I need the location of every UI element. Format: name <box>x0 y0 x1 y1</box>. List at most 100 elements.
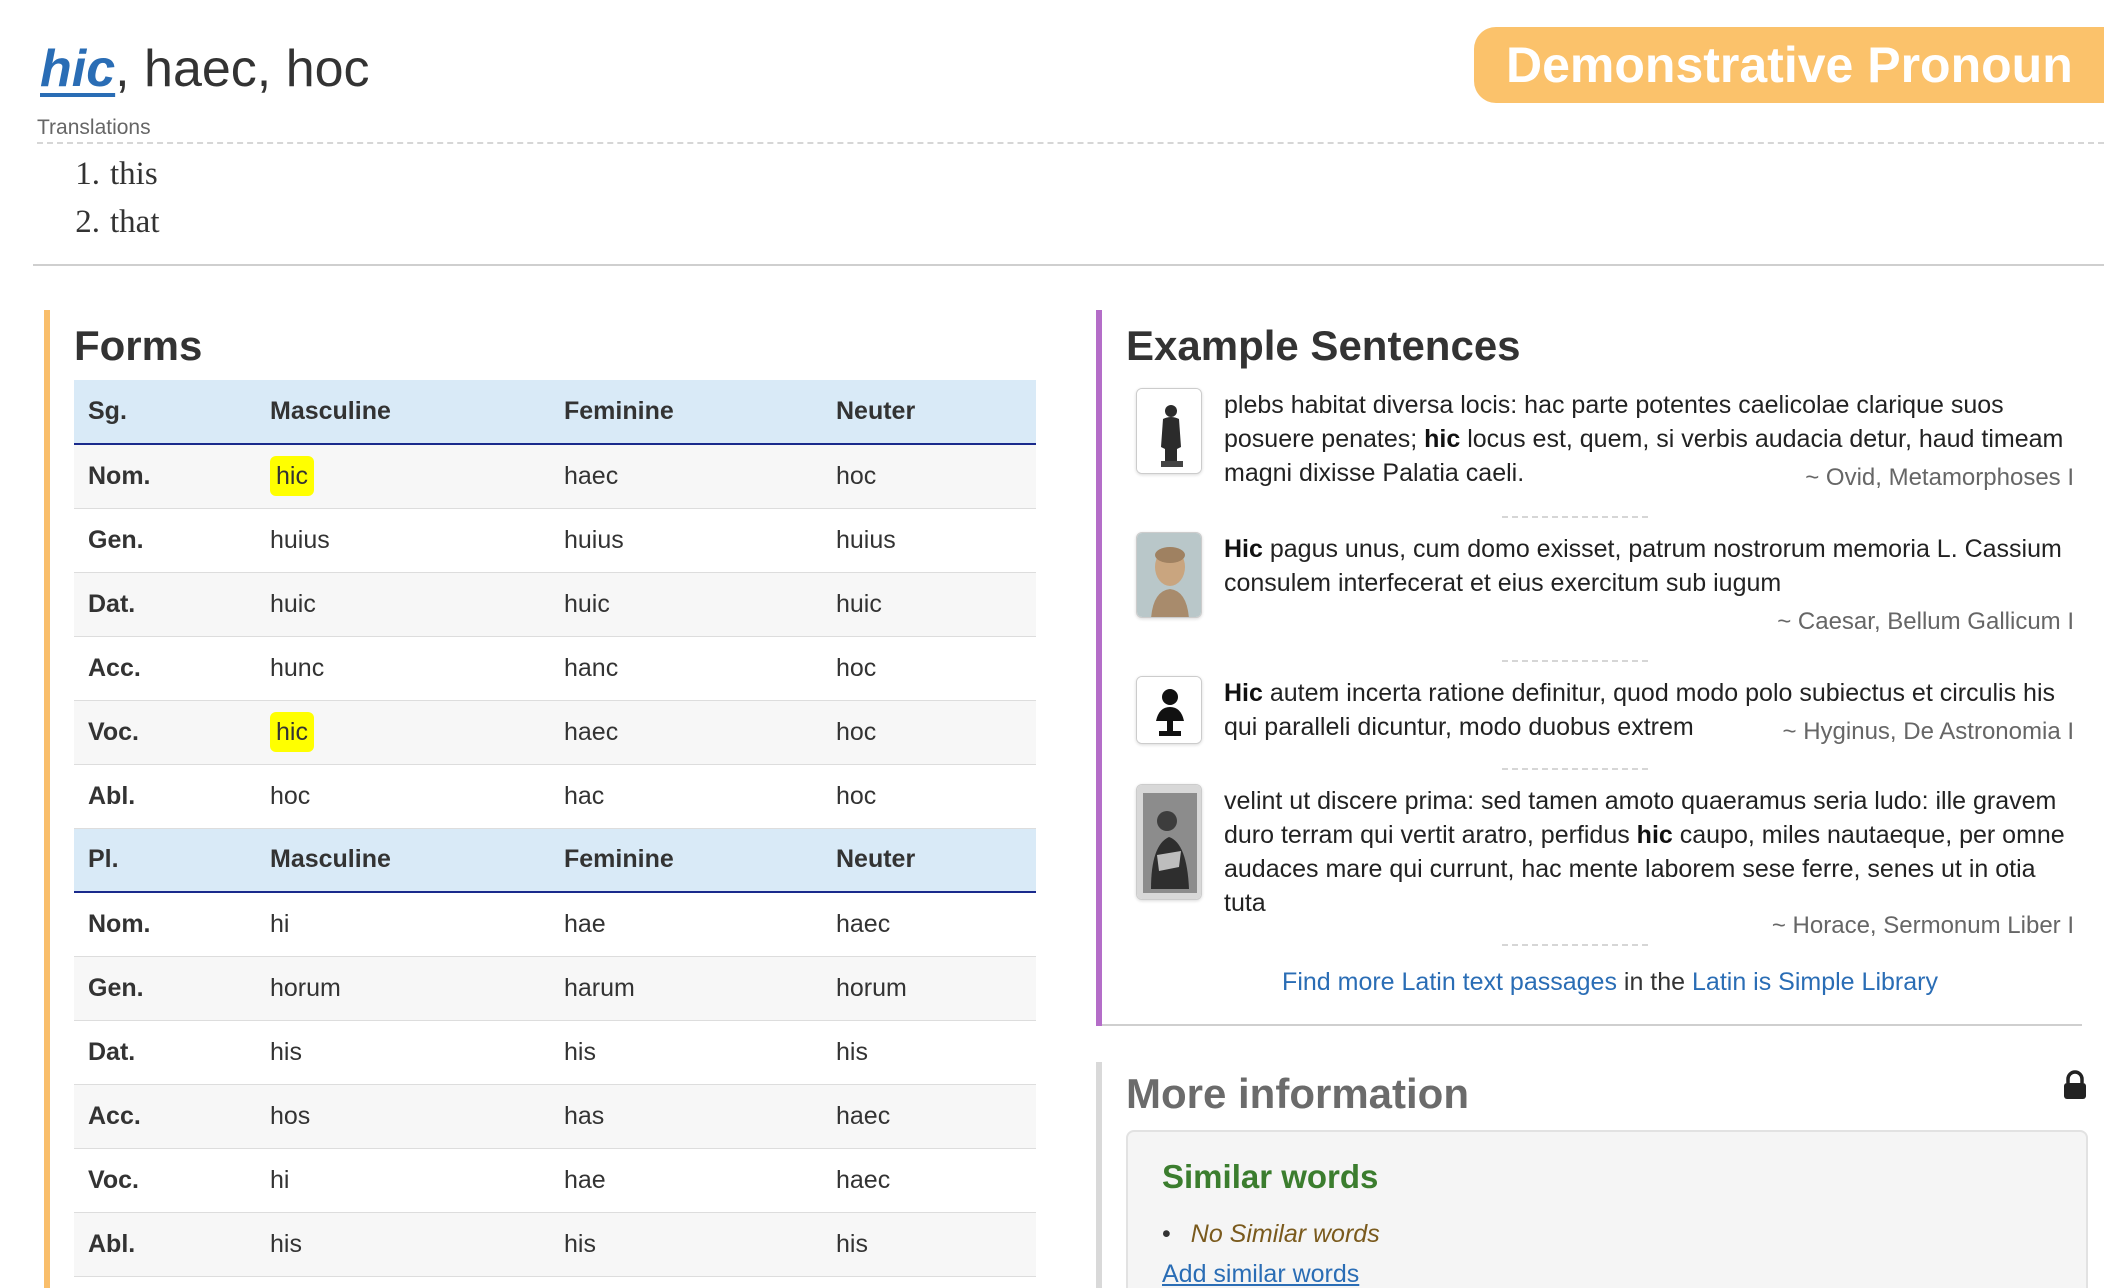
translation-item: 2. that <box>75 204 160 240</box>
form-cell: his <box>822 1020 1036 1085</box>
form-cell: haec <box>822 1148 1036 1213</box>
find-more-passages-link[interactable]: Find more Latin text passages <box>1282 968 1617 996</box>
table-header-cell: Pl. <box>74 828 256 893</box>
example-sentence: Hic autem incerta ratione definitur, quo… <box>1136 676 2084 754</box>
table-row: Gen. horum harum horum <box>74 956 1036 1021</box>
table-row: Acc. hos has haec <box>74 1084 1036 1149</box>
form-cell: his <box>822 1212 1036 1277</box>
table-header-cell: Masculine <box>256 380 550 445</box>
form-cell: hos <box>256 1084 550 1149</box>
more-info-panel: More information Similar words No Simila… <box>1096 1062 2104 1288</box>
form-cell: hunc <box>256 636 550 701</box>
person-silhouette-icon[interactable] <box>1136 676 1202 744</box>
example-sentence: plebs habitat diversa locis: hac parte p… <box>1136 388 2084 496</box>
example-sentence: velint ut discere prima: sed tamen amoto… <box>1136 784 2084 939</box>
similar-words-title: Similar words <box>1162 1158 1379 1195</box>
form-cell: hoc <box>822 700 1036 765</box>
form-cell: haec <box>822 892 1036 957</box>
engraving-portrait-icon[interactable] <box>1136 784 1202 900</box>
similar-words-list: No Similar words <box>1162 1220 1380 1249</box>
form-cell: hoc <box>822 764 1036 829</box>
lemma-heading: hic, haec, hoc <box>40 22 370 116</box>
table-row: Abl. hoc hac hoc <box>74 764 1036 829</box>
form-cell: haec <box>550 700 822 765</box>
form-cell: hi <box>256 1148 550 1213</box>
examples-panel: Example Sentences plebs habitat diversa … <box>1096 310 2104 1026</box>
form-cell: hanc <box>550 636 822 701</box>
form-cell: huic <box>550 572 822 637</box>
form-cell: has <box>550 1084 822 1149</box>
case-label: Acc. <box>74 636 256 701</box>
translations-divider <box>37 142 2104 144</box>
form-cell: huius <box>550 508 822 573</box>
more-passages-line: Find more Latin text passages in the Lat… <box>1282 968 1938 996</box>
lock-icon[interactable] <box>2062 1070 2088 1100</box>
table-row: Dat. huic huic huic <box>74 572 1036 637</box>
case-label: Voc. <box>74 700 256 765</box>
form-cell: huic <box>822 572 1036 637</box>
table-header-cell: Feminine <box>550 380 822 445</box>
example-source: ~ Horace, Sermonum Liber I <box>1771 912 2074 939</box>
case-label: Gen. <box>74 508 256 573</box>
case-label: Abl. <box>74 1212 256 1277</box>
form-cell: hoc <box>822 636 1036 701</box>
similar-words-box: Similar words No Similar words Add simil… <box>1126 1130 2088 1288</box>
lemma-link[interactable]: hic <box>40 40 115 98</box>
similar-word-item: No Similar words <box>1162 1220 1380 1249</box>
table-row: Voc. hi hae haec <box>74 1148 1036 1213</box>
word-header: hic, haec, hoc Demonstrative Pronoun Tra… <box>0 0 2104 266</box>
translation-item: 1. this <box>75 156 158 192</box>
form-cell: hic <box>256 700 550 765</box>
table-header-cell: Feminine <box>550 828 822 893</box>
table-row: Acc. hunc hanc hoc <box>74 636 1036 701</box>
example-divider <box>1502 944 1648 946</box>
example-text: velint ut discere prima: sed tamen amoto… <box>1224 787 2065 917</box>
table-header-row: Pl. Masculine Feminine Neuter <box>74 828 1036 893</box>
form-cell: haec <box>822 1084 1036 1149</box>
translations-label: Translations <box>37 116 151 139</box>
form-cell: hoc <box>256 764 550 829</box>
table-header-cell: Neuter <box>822 380 1036 445</box>
more-info-title: More information <box>1126 1070 1469 1117</box>
form-cell: his <box>550 1020 822 1085</box>
form-cell: his <box>550 1212 822 1277</box>
form-cell: hae <box>550 892 822 957</box>
form-cell: harum <box>550 956 822 1021</box>
table-row: Voc. hic haec hoc <box>74 700 1036 765</box>
form-cell: haec <box>550 444 822 509</box>
example-sentence: Hic pagus unus, cum domo exisset, patrum… <box>1136 532 2084 635</box>
case-label: Dat. <box>74 572 256 637</box>
table-row: Dat. his his his <box>74 1020 1036 1085</box>
example-source: ~ Caesar, Bellum Gallicum I <box>1777 608 2074 635</box>
library-link[interactable]: Latin is Simple Library <box>1692 968 1938 996</box>
forms-title: Forms <box>74 322 203 369</box>
form-cell: hac <box>550 764 822 829</box>
form-cell: huius <box>256 508 550 573</box>
part-of-speech-badge: Demonstrative Pronoun <box>1474 27 2104 103</box>
table-row: Abl. his his his <box>74 1212 1036 1277</box>
table-header-row: Sg. Masculine Feminine Neuter <box>74 380 1036 445</box>
case-label: Abl. <box>74 764 256 829</box>
case-label: Gen. <box>74 956 256 1021</box>
header-divider <box>33 264 2104 266</box>
form-cell: horum <box>256 956 550 1021</box>
add-similar-words-link[interactable]: Add similar words <box>1162 1260 1359 1288</box>
lemma-other-forms: , haec, hoc <box>115 40 370 98</box>
form-cell: huic <box>256 572 550 637</box>
highlighted-form: hic <box>270 711 314 752</box>
case-label: Dat. <box>74 1020 256 1085</box>
highlighted-form: hic <box>270 455 314 496</box>
bust-portrait-icon[interactable] <box>1136 532 1202 618</box>
case-label: Acc. <box>74 1084 256 1149</box>
table-header-cell: Masculine <box>256 828 550 893</box>
table-row: Gen. huius huius huius <box>74 508 1036 573</box>
statue-icon[interactable] <box>1136 388 1202 474</box>
form-cell: hoc <box>822 444 1036 509</box>
example-source: ~ Ovid, Metamorphoses I <box>1805 464 2074 491</box>
form-cell: hi <box>256 892 550 957</box>
case-label: Voc. <box>74 1148 256 1213</box>
example-text: Hic pagus unus, cum domo exisset, patrum… <box>1224 535 2062 597</box>
forms-panel: Forms Sg. Masculine Feminine Neuter Nom. hic h… <box>44 310 1036 1288</box>
table-row: Nom. hic haec hoc <box>74 444 1036 509</box>
example-divider <box>1502 768 1648 770</box>
